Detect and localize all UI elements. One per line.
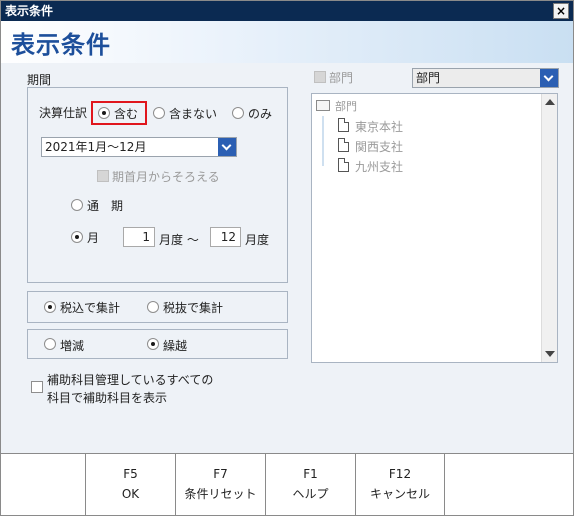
tax-excluded-label[interactable]: 税抜で集計 <box>163 299 223 316</box>
month-to-unit: 月度 <box>245 233 270 247</box>
cancel-button-label: キャンセル <box>369 487 430 501</box>
tax-included-radio[interactable] <box>44 301 56 313</box>
folder-icon <box>316 100 330 111</box>
window-title: 表示条件 <box>5 4 54 18</box>
change-carryover-radio[interactable] <box>147 338 159 350</box>
cancel-button-key: F12 <box>388 467 412 481</box>
settlement-include-radio[interactable] <box>98 107 110 119</box>
scroll-down-arrow-icon[interactable] <box>545 351 555 357</box>
department-combo-value: 部門 <box>416 71 441 85</box>
dialog-window: 表示条件 × 表示条件 期間 決算仕訳 含む 含まない のみ 2021年1月～1… <box>0 0 574 516</box>
settlement-exclude-label[interactable]: 含まない <box>169 105 217 122</box>
help-button[interactable]: F1 ヘルプ <box>265 454 355 516</box>
chevron-down-icon[interactable] <box>540 69 558 87</box>
tree-item-kyushu[interactable]: 九州支社 <box>355 158 403 175</box>
mode-month-label[interactable]: 月 <box>87 229 99 246</box>
reset-button[interactable]: F7 条件リセット <box>175 454 265 516</box>
department-checkbox[interactable] <box>314 71 326 83</box>
help-button-key: F1 <box>303 467 318 481</box>
tree-connector <box>322 116 324 166</box>
tree-root-label[interactable]: 部門 <box>335 98 357 114</box>
ok-button-key: F5 <box>123 467 138 481</box>
tree-item-kansai[interactable]: 関西支社 <box>355 138 403 155</box>
chevron-down-icon[interactable] <box>218 138 236 156</box>
period-group-label: 期間 <box>27 73 52 87</box>
settlement-only-radio[interactable] <box>232 107 244 119</box>
period-combo[interactable]: 2021年1月～12月 <box>41 137 237 157</box>
period-combo-value: 2021年1月～12月 <box>45 140 147 154</box>
change-carryover-label[interactable]: 繰越 <box>163 337 187 354</box>
change-diff-radio[interactable] <box>44 338 56 350</box>
settlement-exclude-radio[interactable] <box>153 107 165 119</box>
cancel-button[interactable]: F12 キャンセル <box>355 454 445 516</box>
mode-full-radio[interactable] <box>71 199 83 211</box>
department-checkbox-label: 部門 <box>329 71 354 85</box>
reset-button-key: F7 <box>213 467 228 481</box>
month-from-input[interactable]: 1 <box>123 227 155 247</box>
department-tree[interactable]: 部門 東京本社 関西支社 九州支社 <box>311 93 558 363</box>
header-banner: 表示条件 <box>1 21 573 63</box>
subaccount-label-line1[interactable]: 補助科目管理しているすべての <box>47 371 213 388</box>
document-icon <box>338 118 349 132</box>
tree-item-tokyo[interactable]: 東京本社 <box>355 118 403 135</box>
subaccount-checkbox[interactable] <box>31 381 43 393</box>
settlement-label: 決算仕訳 <box>39 106 88 120</box>
mode-full-label[interactable]: 通 期 <box>87 197 123 214</box>
subaccount-label-line2[interactable]: 科目で補助科目を表示 <box>47 389 167 406</box>
tax-excluded-radio[interactable] <box>147 301 159 313</box>
page-title: 表示条件 <box>11 31 111 59</box>
scroll-up-arrow-icon[interactable] <box>545 99 555 105</box>
title-bar: 表示条件 × <box>1 1 573 21</box>
month-to-input[interactable]: 12 <box>210 227 241 247</box>
reset-button-label: 条件リセット <box>184 487 257 501</box>
department-combo[interactable]: 部門 <box>412 68 559 88</box>
align-start-label: 期首月からそろえる <box>112 170 220 184</box>
ok-button-label: OK <box>121 487 140 501</box>
tree-scrollbar[interactable] <box>541 94 557 362</box>
tax-included-label[interactable]: 税込で集計 <box>60 299 120 316</box>
month-from-unit: 月度 ～ <box>159 233 199 247</box>
function-key-bar: F5 OK F7 条件リセット F1 ヘルプ F12 キャンセル <box>1 453 573 516</box>
mode-month-radio[interactable] <box>71 231 83 243</box>
settlement-include-label[interactable]: 含む <box>114 105 138 122</box>
close-button[interactable]: × <box>553 3 569 19</box>
change-diff-label[interactable]: 増減 <box>60 337 84 354</box>
help-button-label: ヘルプ <box>292 487 329 501</box>
document-icon <box>338 138 349 152</box>
document-icon <box>338 158 349 172</box>
ok-button[interactable]: F5 OK <box>85 454 175 516</box>
align-start-checkbox[interactable] <box>97 170 109 182</box>
settlement-only-label[interactable]: のみ <box>248 105 272 122</box>
